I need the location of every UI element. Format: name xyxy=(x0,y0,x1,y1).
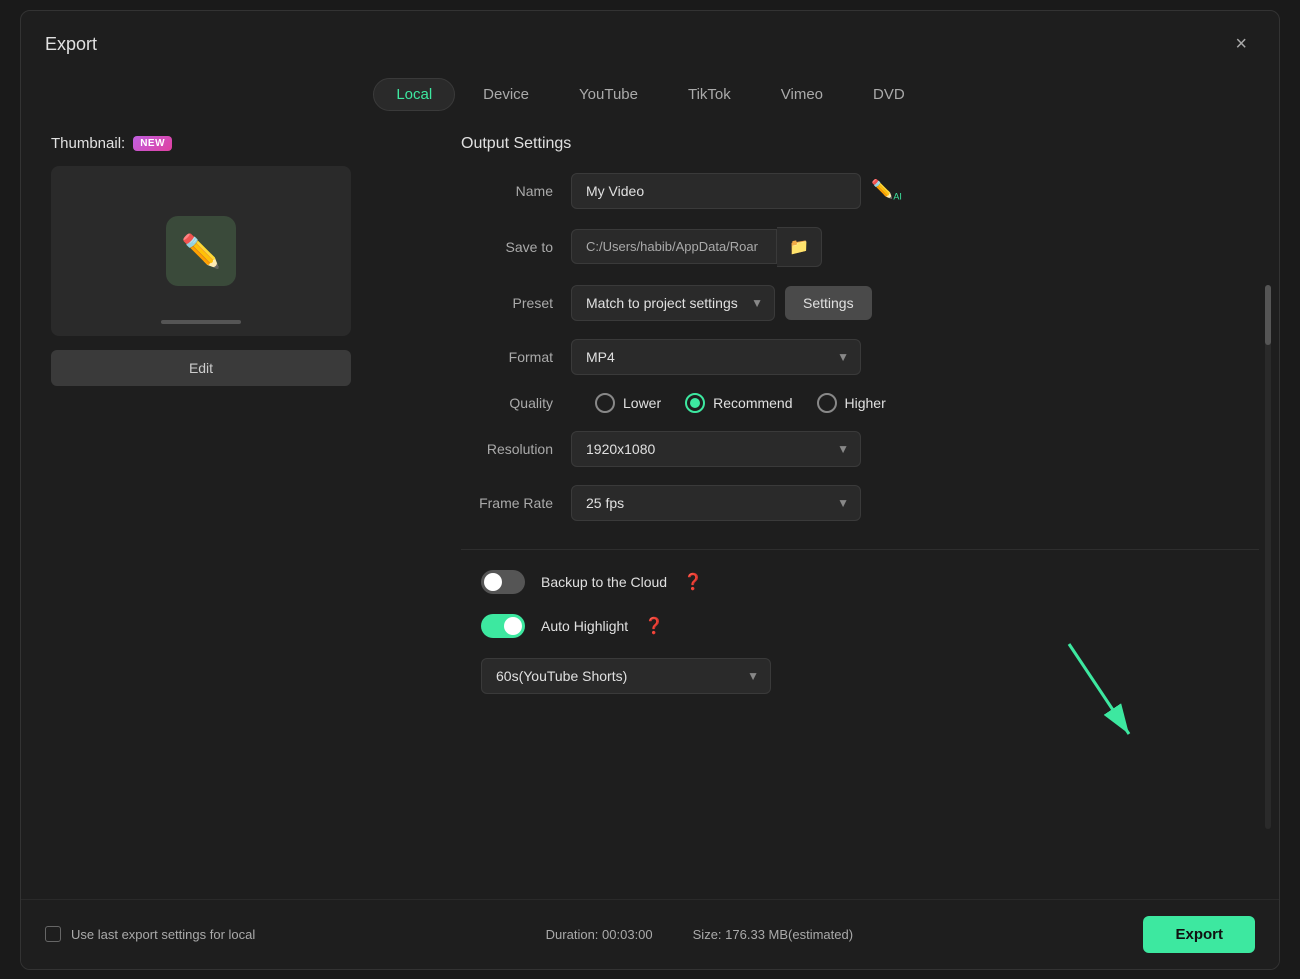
scrollbar-thumb xyxy=(1265,285,1271,345)
preset-select[interactable]: Match to project settings Custom YouTube… xyxy=(571,285,775,321)
preset-select-wrapper: Match to project settings Custom YouTube… xyxy=(571,285,775,321)
thumbnail-preview: ✏️ xyxy=(51,166,351,336)
export-modal: Export × Local Device YouTube TikTok Vim… xyxy=(20,10,1280,970)
last-settings-label: Use last export settings for local xyxy=(71,927,255,942)
new-badge: NEW xyxy=(133,136,172,151)
format-select[interactable]: MP4 MOV AVI xyxy=(571,339,861,375)
quality-recommend-radio[interactable] xyxy=(685,393,705,413)
thumbnail-section-label: Thumbnail: NEW xyxy=(51,135,411,152)
save-to-row: Save to 📁 xyxy=(461,227,1259,267)
frame-rate-select[interactable]: 25 fps 24 fps 30 fps 60 fps xyxy=(571,485,861,521)
size-label: Size: xyxy=(693,927,722,942)
save-to-input[interactable] xyxy=(571,229,777,264)
tab-tiktok[interactable]: TikTok xyxy=(666,78,753,111)
backup-help-icon[interactable]: ❓ xyxy=(683,572,703,592)
tab-dvd[interactable]: DVD xyxy=(851,78,927,111)
quality-lower-option[interactable]: Lower xyxy=(595,393,661,413)
frame-rate-row: Frame Rate 25 fps 24 fps 30 fps 60 fps ▼ xyxy=(461,485,1259,521)
resolution-select-wrapper: 1920x1080 1280x720 3840x2160 ▼ xyxy=(571,431,861,467)
backup-label: Backup to the Cloud xyxy=(541,574,667,590)
edit-pencil-icon: ✏️ xyxy=(181,232,221,270)
preset-row: Preset Match to project settings Custom … xyxy=(461,285,1259,321)
export-button[interactable]: Export xyxy=(1143,916,1255,953)
quality-higher-option[interactable]: Higher xyxy=(817,393,886,413)
tab-bar: Local Device YouTube TikTok Vimeo DVD xyxy=(21,70,1279,125)
footer-left: Use last export settings for local xyxy=(45,926,255,942)
backup-toggle[interactable] xyxy=(481,570,525,594)
tab-vimeo[interactable]: Vimeo xyxy=(759,78,845,111)
frame-rate-select-wrapper: 25 fps 24 fps 30 fps 60 fps ▼ xyxy=(571,485,861,521)
quality-label: Quality xyxy=(461,395,571,411)
size-info: Size: 176.33 MB(estimated) xyxy=(693,927,853,942)
auto-highlight-toggle[interactable] xyxy=(481,614,525,638)
quality-recommend-option[interactable]: Recommend xyxy=(685,393,792,413)
frame-rate-label: Frame Rate xyxy=(461,495,571,511)
thumbnail-slider xyxy=(161,320,241,324)
tab-device[interactable]: Device xyxy=(461,78,551,111)
auto-highlight-help-icon[interactable]: ❓ xyxy=(644,616,664,636)
format-row: Format MP4 MOV AVI ▼ xyxy=(461,339,1259,375)
ai-icon[interactable]: ✏️AI xyxy=(871,179,902,202)
thumbnail-icon-box: ✏️ xyxy=(166,216,236,286)
thumbnail-text: Thumbnail: xyxy=(51,135,125,152)
name-label: Name xyxy=(461,183,571,199)
resolution-label: Resolution xyxy=(461,441,571,457)
shorts-select-wrapper: 60s(YouTube Shorts) 30s 15s ▼ xyxy=(481,658,771,694)
backup-toggle-thumb xyxy=(484,573,502,591)
tab-youtube[interactable]: YouTube xyxy=(557,78,660,111)
close-button[interactable]: × xyxy=(1227,29,1255,60)
settings-button[interactable]: Settings xyxy=(785,286,872,320)
right-panel: Output Settings Name ✏️AI Save to 📁 Pres… xyxy=(441,125,1259,899)
auto-highlight-label: Auto Highlight xyxy=(541,618,628,634)
tab-local[interactable]: Local xyxy=(373,78,455,111)
quality-lower-label: Lower xyxy=(623,395,661,411)
duration-value: 00:03:00 xyxy=(602,927,653,942)
arrow-area xyxy=(461,714,1259,774)
preset-controls: Match to project settings Custom YouTube… xyxy=(571,285,872,321)
output-settings-title: Output Settings xyxy=(461,135,1259,153)
resolution-select[interactable]: 1920x1080 1280x720 3840x2160 xyxy=(571,431,861,467)
folder-button[interactable]: 📁 xyxy=(777,227,822,267)
footer: Use last export settings for local Durat… xyxy=(21,899,1279,969)
duration-label: Duration: xyxy=(546,927,599,942)
resolution-row: Resolution 1920x1080 1280x720 3840x2160 … xyxy=(461,431,1259,467)
shorts-select[interactable]: 60s(YouTube Shorts) 30s 15s xyxy=(481,658,771,694)
duration-info: Duration: 00:03:00 xyxy=(546,927,653,942)
name-row: Name ✏️AI xyxy=(461,173,1259,209)
quality-row: Quality Lower Recommend Higher xyxy=(461,393,1259,413)
save-to-input-group: 📁 xyxy=(571,227,822,267)
arrow-annotation xyxy=(1039,634,1159,754)
quality-lower-radio[interactable] xyxy=(595,393,615,413)
last-settings-checkbox[interactable] xyxy=(45,926,61,942)
left-panel: Thumbnail: NEW ✏️ Edit xyxy=(41,125,421,899)
backup-row: Backup to the Cloud ❓ xyxy=(461,570,1259,594)
footer-info: Duration: 00:03:00 Size: 176.33 MB(estim… xyxy=(546,927,853,942)
quality-recommend-label: Recommend xyxy=(713,395,792,411)
modal-title: Export xyxy=(45,34,97,55)
quality-higher-radio[interactable] xyxy=(817,393,837,413)
divider xyxy=(461,549,1259,550)
format-select-wrapper: MP4 MOV AVI ▼ xyxy=(571,339,861,375)
modal-header: Export × xyxy=(21,11,1279,70)
save-to-label: Save to xyxy=(461,239,571,255)
quality-recommend-radio-inner xyxy=(690,398,700,408)
quality-higher-label: Higher xyxy=(845,395,886,411)
edit-button[interactable]: Edit xyxy=(51,350,351,386)
size-value: 176.33 MB(estimated) xyxy=(725,927,853,942)
preset-label: Preset xyxy=(461,295,571,311)
auto-highlight-toggle-thumb xyxy=(504,617,522,635)
name-input[interactable] xyxy=(571,173,861,209)
scrollbar[interactable] xyxy=(1265,285,1271,829)
format-label: Format xyxy=(461,349,571,365)
